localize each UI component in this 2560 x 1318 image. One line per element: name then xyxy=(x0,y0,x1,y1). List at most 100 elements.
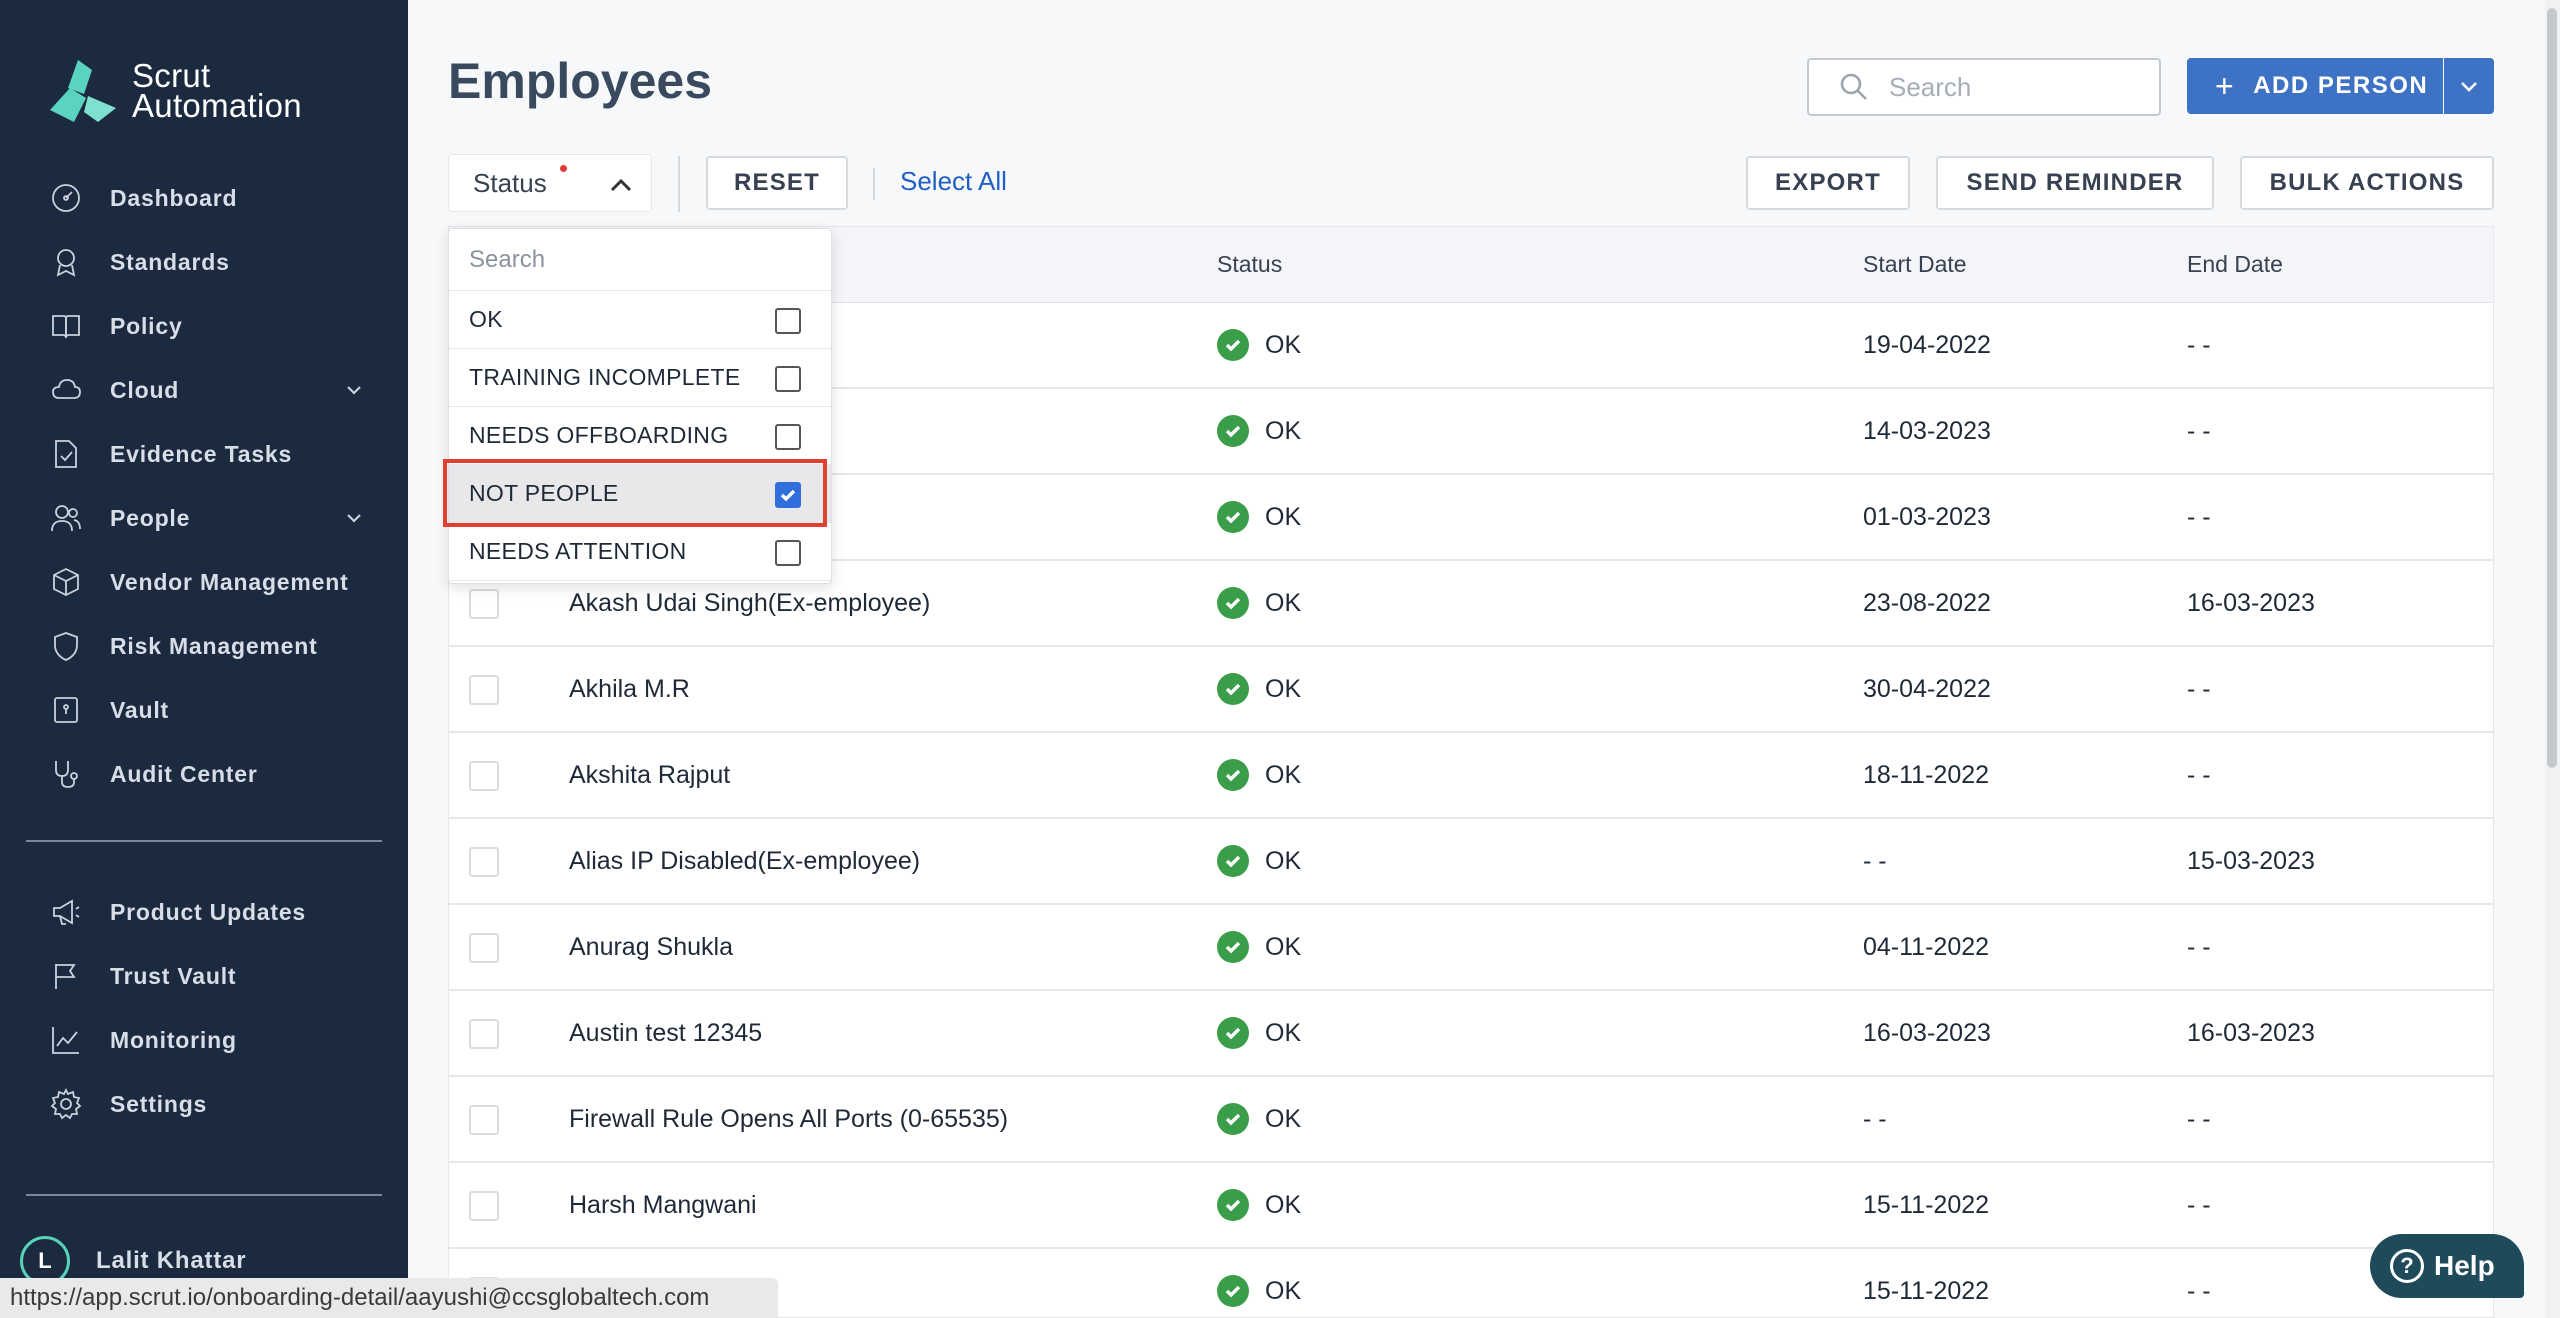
help-button[interactable]: ? Help xyxy=(2370,1234,2524,1298)
sidebar-item-standards[interactable]: Standards xyxy=(0,230,408,294)
table-row[interactable]: Akhila M.R OK 30-04-2022 - - xyxy=(449,647,2493,733)
status-filter-button[interactable]: Status xyxy=(448,154,652,212)
chevron-down-icon[interactable] xyxy=(344,380,364,400)
sidebar-item-label: Standards xyxy=(110,248,230,275)
row-checkbox[interactable] xyxy=(469,1105,499,1135)
option-checkbox[interactable] xyxy=(775,540,801,566)
box-icon xyxy=(48,564,84,600)
check-circle-icon xyxy=(1217,931,1249,963)
employee-name[interactable]: Anurag Shukla xyxy=(569,933,733,962)
end-date: 16-03-2023 xyxy=(2187,1019,2315,1047)
status-cell: OK xyxy=(1217,587,1301,619)
row-checkbox[interactable] xyxy=(469,1019,499,1049)
export-button[interactable]: EXPORT xyxy=(1746,156,1910,210)
link-preview-url: https://app.scrut.io/onboarding-detail/a… xyxy=(0,1278,778,1318)
add-person-dropdown-button[interactable] xyxy=(2444,58,2494,114)
sidebar-item-risk-management[interactable]: Risk Management xyxy=(0,614,408,678)
status-text: OK xyxy=(1265,1104,1302,1133)
dropdown-option[interactable]: NEEDS OFFBOARDING xyxy=(449,407,831,465)
cloud-icon xyxy=(48,372,84,408)
employee-name[interactable]: Akshita Rajput xyxy=(569,761,730,790)
column-header-start-date[interactable]: Start Date xyxy=(1863,251,1967,278)
status-cell: OK xyxy=(1217,759,1301,791)
bulk-actions-button[interactable]: BULK ACTIONS xyxy=(2240,156,2494,210)
row-checkbox[interactable] xyxy=(469,675,499,705)
scrollbar-thumb[interactable] xyxy=(2547,8,2557,768)
employee-name[interactable]: Firewall Rule Opens All Ports (0-65535) xyxy=(569,1105,1008,1134)
brand-logo[interactable]: Scrut Automation xyxy=(48,58,302,124)
sidebar-item-dashboard[interactable]: Dashboard xyxy=(0,166,408,230)
employee-name[interactable]: Harsh Mangwani xyxy=(569,1191,757,1220)
sidebar-item-label: Audit Center xyxy=(110,760,258,787)
send-reminder-button[interactable]: SEND REMINDER xyxy=(1936,156,2214,210)
table-row[interactable]: Alias IP Disabled(Ex-employee) OK - - 15-03… xyxy=(449,819,2493,905)
status-cell: OK xyxy=(1217,931,1301,963)
row-checkbox[interactable] xyxy=(469,589,499,619)
chevron-down-icon xyxy=(2461,82,2477,92)
search-icon xyxy=(1840,73,1867,100)
status-cell: OK xyxy=(1217,415,1301,447)
chevron-down-icon[interactable] xyxy=(344,508,364,528)
sidebar-item-vault[interactable]: Vault xyxy=(0,678,408,742)
check-circle-icon xyxy=(1217,673,1249,705)
employee-name[interactable]: Alias IP Disabled(Ex-employee) xyxy=(569,847,920,876)
search-input[interactable] xyxy=(1889,71,2149,103)
start-date: 18-11-2022 xyxy=(1863,761,1990,789)
column-header-status[interactable]: Status xyxy=(1217,251,1282,278)
option-checkbox[interactable] xyxy=(775,482,801,508)
option-checkbox[interactable] xyxy=(775,424,801,450)
table-row[interactable]: Harsh Mangwani OK 15-11-2022 - - xyxy=(449,1163,2493,1249)
table-row[interactable]: Firewall Rule Opens All Ports (0-65535) O… xyxy=(449,1077,2493,1163)
start-date: 15-11-2022 xyxy=(1863,1191,1990,1219)
sidebar-item-trust-vault[interactable]: Trust Vault xyxy=(0,944,408,1008)
dropdown-option[interactable]: NEEDS ATTENTION xyxy=(449,523,831,581)
sidebar-item-product-updates[interactable]: Product Updates xyxy=(0,880,408,944)
status-text: OK xyxy=(1265,846,1302,875)
dropdown-search[interactable] xyxy=(449,229,831,291)
dropdown-option[interactable]: TRAINING INCOMPLETE xyxy=(449,349,831,407)
sidebar-item-settings[interactable]: Settings xyxy=(0,1072,408,1136)
row-checkbox[interactable] xyxy=(469,1191,499,1221)
toolbar-divider xyxy=(678,156,680,212)
plus-icon: + xyxy=(2215,67,2236,104)
sidebar-item-audit-center[interactable]: Audit Center xyxy=(0,742,408,806)
employee-name[interactable]: Akhila M.R xyxy=(569,675,690,704)
end-date: 16-03-2023 xyxy=(2187,589,2315,617)
column-header-end-date[interactable]: End Date xyxy=(2187,251,2283,278)
table-row[interactable]: Anurag Shukla OK 04-11-2022 - - xyxy=(449,905,2493,991)
option-checkbox[interactable] xyxy=(775,366,801,392)
option-checkbox[interactable] xyxy=(775,308,801,334)
status-text: OK xyxy=(1265,1018,1302,1047)
file-check-icon xyxy=(48,436,84,472)
status-text: OK xyxy=(1265,416,1302,445)
dropdown-option[interactable]: NOT PEOPLE xyxy=(449,465,831,523)
start-date: 16-03-2023 xyxy=(1863,1019,1991,1047)
user-name: Lalit Khattar xyxy=(96,1247,247,1274)
employee-name[interactable]: Akash Udai Singh(Ex-employee) xyxy=(569,589,930,618)
active-filter-dot xyxy=(560,165,567,172)
reset-button[interactable]: RESET xyxy=(706,156,848,210)
sidebar-item-monitoring[interactable]: Monitoring xyxy=(0,1008,408,1072)
sidebar-item-policy[interactable]: Policy xyxy=(0,294,408,358)
scrut-logo-icon xyxy=(48,58,118,124)
employee-search[interactable] xyxy=(1807,58,2161,116)
row-checkbox[interactable] xyxy=(469,933,499,963)
sidebar-item-vendor-management[interactable]: Vendor Management xyxy=(0,550,408,614)
table-row[interactable]: Akshita Rajput OK 18-11-2022 - - xyxy=(449,733,2493,819)
sidebar-item-people[interactable]: People xyxy=(0,486,408,550)
row-checkbox[interactable] xyxy=(469,847,499,877)
row-checkbox[interactable] xyxy=(469,761,499,791)
status-cell: OK xyxy=(1217,845,1301,877)
status-cell: OK xyxy=(1217,501,1301,533)
checkmark-icon xyxy=(780,489,796,502)
start-date: 30-04-2022 xyxy=(1863,675,1991,703)
dropdown-option[interactable]: OK xyxy=(449,291,831,349)
sidebar-item-label: People xyxy=(110,504,191,531)
sidebar-item-evidence-tasks[interactable]: Evidence Tasks xyxy=(0,422,408,486)
table-row[interactable]: Austin test 12345 OK 16-03-2023 16-03-2023 xyxy=(449,991,2493,1077)
dropdown-search-input[interactable] xyxy=(469,245,809,274)
select-all-link[interactable]: Select All xyxy=(900,166,1007,197)
sidebar-item-cloud[interactable]: Cloud xyxy=(0,358,408,422)
employee-name[interactable]: Austin test 12345 xyxy=(569,1019,762,1048)
add-person-button[interactable]: + ADD PERSON xyxy=(2187,58,2443,114)
